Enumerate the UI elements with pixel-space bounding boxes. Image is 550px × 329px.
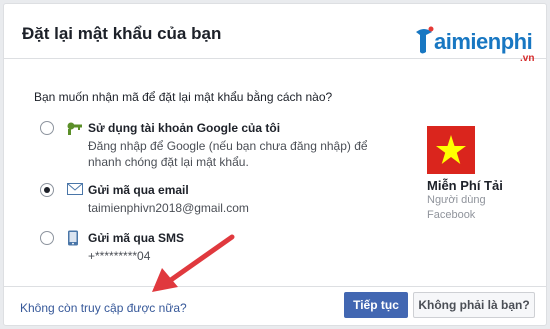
option-email-address: taimienphivn2018@gmail.com bbox=[88, 201, 249, 215]
dialog-title: Đặt lại mật khẩu của bạn bbox=[22, 24, 222, 43]
profile-sub-user: Người dùng bbox=[427, 194, 486, 206]
option-google-desc: Đăng nhập để Google (nếu bạn chưa đăng n… bbox=[88, 139, 368, 169]
not-you-button[interactable]: Không phải là bạn? bbox=[413, 292, 535, 318]
profile-card: Miễn Phí Tải Người dùng Facebook bbox=[427, 126, 537, 223]
envelope-icon bbox=[67, 183, 83, 195]
reset-method-question: Bạn muốn nhận mã để đặt lại mật khẩu bằn… bbox=[34, 90, 333, 104]
footer-divider bbox=[4, 286, 546, 287]
dialog-header: Đặt lại mật khẩu của bạn aimienphi .vn bbox=[4, 4, 546, 64]
radio-email[interactable] bbox=[40, 183, 54, 197]
option-google-title: Sử dụng tài khoản Google của tôi bbox=[88, 121, 281, 135]
no-access-link[interactable]: Không còn truy cập được nữa? bbox=[20, 301, 187, 315]
annotation-arrow-icon bbox=[152, 234, 235, 292]
vietnam-flag-icon bbox=[427, 126, 475, 174]
brand-name: aimienphi bbox=[434, 29, 533, 54]
radio-sms[interactable] bbox=[40, 231, 54, 245]
radio-google[interactable] bbox=[40, 121, 54, 135]
option-email-title: Gửi mã qua email bbox=[88, 183, 189, 197]
phone-icon bbox=[68, 230, 78, 246]
google-key-icon bbox=[67, 122, 82, 135]
profile-sub-facebook: Facebook bbox=[427, 209, 476, 221]
profile-name: Miễn Phí Tải bbox=[427, 178, 503, 193]
avatar bbox=[427, 126, 475, 174]
continue-button[interactable]: Tiếp tục bbox=[344, 292, 408, 318]
taimienphi-logo-icon bbox=[416, 26, 434, 54]
brand-domain: .vn bbox=[520, 53, 535, 64]
reset-password-dialog: Đặt lại mật khẩu của bạn aimienphi .vn B… bbox=[3, 3, 547, 326]
